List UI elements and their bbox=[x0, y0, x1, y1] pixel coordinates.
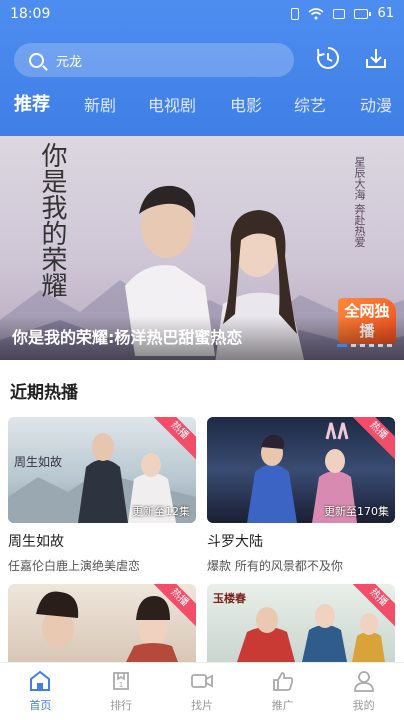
top-header: 18:09 61 元龙 推荐 新剧 电视剧 电影 综艺 动漫 bbox=[0, 0, 404, 136]
poster-title-art: 周生如故 bbox=[14, 455, 63, 469]
drama-card[interactable]: 热播 更新至170集 斗罗大陆 爆款 所有的风景都不及你 bbox=[207, 417, 395, 574]
tab-new-drama[interactable]: 新剧 bbox=[84, 92, 116, 116]
battery-level: 61 bbox=[377, 6, 394, 21]
carousel-dot[interactable] bbox=[337, 344, 347, 347]
nav-promote[interactable]: 推广 bbox=[242, 663, 323, 720]
status-time: 18:09 bbox=[10, 6, 51, 22]
tab-movies[interactable]: 电影 bbox=[230, 92, 262, 116]
hero-banner[interactable]: 你是我的荣耀 星辰大海 奔赴热爱 全网独播 你是我的荣耀:杨洋热巴甜蜜热恋 bbox=[0, 136, 404, 360]
status-bar: 18:09 61 bbox=[0, 0, 404, 30]
bottom-navigation: 首页 1 排行 找片 推广 我的 bbox=[0, 662, 404, 720]
banner-art-title: 你是我的荣耀 bbox=[37, 142, 67, 298]
thumbs-up-icon bbox=[272, 672, 294, 691]
card-description: 任嘉伦白鹿上演绝美虐恋 bbox=[8, 559, 141, 573]
drama-card[interactable]: 周生如故 热播 更新至12集 周生如故 任嘉伦白鹿上演绝美虐恋 bbox=[8, 417, 196, 574]
square-icon bbox=[333, 8, 346, 19]
carousel-dot[interactable] bbox=[387, 344, 392, 347]
carousel-dot[interactable] bbox=[360, 344, 365, 347]
banner-art-tagline: 星辰大海 奔赴热爱 bbox=[353, 156, 366, 248]
download-button[interactable] bbox=[362, 44, 390, 72]
tab-tv-series[interactable]: 电视剧 bbox=[148, 92, 196, 116]
section-title: 近期热播 bbox=[10, 383, 78, 403]
home-icon bbox=[30, 670, 51, 691]
search-bar[interactable]: 元龙 bbox=[14, 43, 294, 77]
card-thumbnail: 热播 更新至170集 bbox=[207, 417, 395, 523]
nav-home[interactable]: 首页 bbox=[0, 663, 81, 720]
tab-variety[interactable]: 综艺 bbox=[294, 92, 326, 116]
nav-discover[interactable]: 找片 bbox=[162, 663, 243, 720]
rank-icon: 1 bbox=[113, 672, 130, 690]
episode-status: 更新至170集 bbox=[324, 505, 389, 518]
drama-card[interactable]: 热播 bbox=[8, 584, 196, 662]
status-icons: 61 bbox=[291, 6, 394, 21]
card-thumbnail: 玉楼春 热播 bbox=[207, 584, 395, 662]
tab-anime[interactable]: 动漫 bbox=[360, 92, 392, 116]
nav-ranking-label: 排行 bbox=[110, 699, 133, 712]
nav-promote-label: 推广 bbox=[271, 699, 294, 712]
card-thumbnail: 热播 bbox=[8, 584, 196, 662]
history-button[interactable] bbox=[314, 44, 342, 72]
nav-profile[interactable]: 我的 bbox=[323, 663, 404, 720]
wifi-icon bbox=[308, 7, 324, 19]
user-icon bbox=[353, 671, 374, 692]
poster-title-art: 玉楼春 bbox=[213, 592, 246, 605]
tab-recommend[interactable]: 推荐 bbox=[14, 90, 50, 116]
nav-profile-label: 我的 bbox=[352, 699, 375, 712]
search-icon bbox=[29, 52, 44, 68]
vibrate-icon bbox=[291, 7, 300, 20]
nav-discover-label: 找片 bbox=[190, 699, 213, 712]
carousel-dot[interactable] bbox=[351, 344, 356, 347]
battery-icon bbox=[354, 8, 372, 19]
carousel-dot[interactable] bbox=[378, 344, 383, 347]
nav-home-label: 首页 bbox=[29, 699, 52, 712]
svg-text:1: 1 bbox=[119, 681, 123, 689]
card-description: 爆款 所有的风景都不及你 bbox=[207, 559, 343, 573]
download-icon bbox=[366, 49, 386, 68]
drama-card[interactable]: 玉楼春 热播 bbox=[207, 584, 395, 662]
search-placeholder: 元龙 bbox=[56, 54, 83, 70]
carousel-dot[interactable] bbox=[369, 344, 374, 347]
card-title: 斗罗大陆 bbox=[207, 534, 263, 550]
card-title: 周生如故 bbox=[8, 534, 64, 550]
card-thumbnail: 周生如故 热播 更新至12集 bbox=[8, 417, 196, 523]
episode-status: 更新至12集 bbox=[132, 505, 190, 518]
nav-ranking[interactable]: 1 排行 bbox=[81, 663, 162, 720]
carousel-indicators bbox=[337, 344, 392, 347]
video-icon bbox=[191, 674, 213, 688]
banner-caption: 你是我的荣耀:杨洋热巴甜蜜热恋 bbox=[12, 328, 243, 347]
category-tabs: 推荐 新剧 电视剧 电影 综艺 动漫 bbox=[0, 92, 404, 122]
history-icon bbox=[317, 46, 340, 69]
